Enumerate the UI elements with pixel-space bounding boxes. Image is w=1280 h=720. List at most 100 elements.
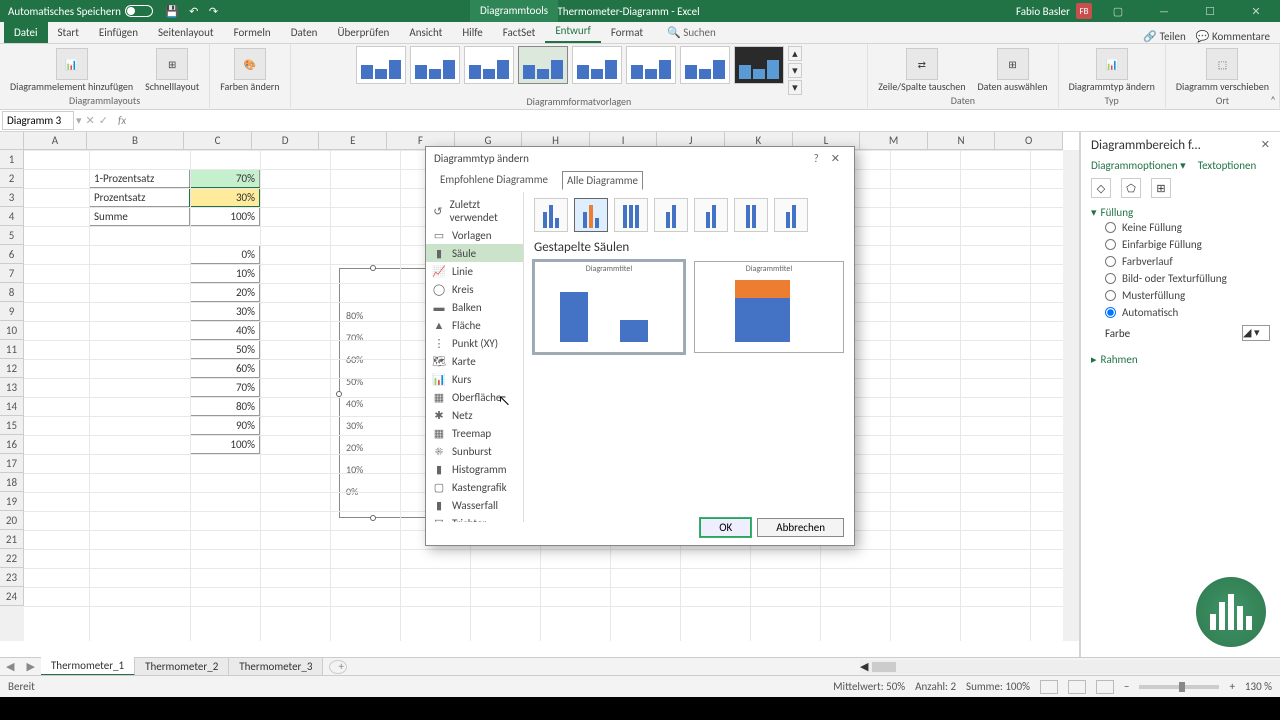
add-chart-element-button[interactable]: 📊Diagrammelement hinzufügen: [6, 46, 137, 94]
fill-option-0[interactable]: Keine Füllung: [1091, 219, 1270, 236]
subtype-3d-stacked[interactable]: [694, 198, 728, 232]
fill-option-4[interactable]: Musterfüllung: [1091, 287, 1270, 304]
chart-style-4[interactable]: [518, 46, 568, 84]
chart-cat-flche[interactable]: ▲Fläche: [426, 316, 523, 334]
chart-cat-netz[interactable]: ✱Netz: [426, 406, 523, 424]
zoom-level[interactable]: 130 %: [1245, 680, 1272, 693]
minimize-icon[interactable]: —: [1144, 5, 1184, 18]
view-normal-icon[interactable]: [1040, 680, 1058, 694]
tab-view[interactable]: Ansicht: [399, 22, 452, 43]
cell-c3[interactable]: 30%: [190, 188, 260, 207]
chart-cat-trichter[interactable]: ▽Trichter: [426, 514, 523, 522]
share-button[interactable]: 🔗 Teilen: [1143, 30, 1185, 43]
chart-cat-kreis[interactable]: ◯Kreis: [426, 280, 523, 298]
tab-start[interactable]: Start: [48, 22, 89, 43]
size-props-icon[interactable]: ⊞: [1151, 178, 1171, 198]
chart-cat-sunburst[interactable]: ☀Sunburst: [426, 442, 523, 460]
chart-cat-wasserfall[interactable]: ▮Wasserfall: [426, 496, 523, 514]
maximize-icon[interactable]: ☐: [1190, 5, 1230, 18]
avatar[interactable]: FB: [1076, 3, 1092, 19]
cell-c7[interactable]: 10%: [190, 264, 260, 283]
select-data-button[interactable]: ⊞Daten auswählen: [973, 46, 1051, 94]
dialog-close-icon[interactable]: ✕: [825, 150, 846, 167]
fill-option-1[interactable]: Einfarbige Füllung: [1091, 236, 1270, 253]
collapse-ribbon-icon[interactable]: ˄: [1270, 94, 1276, 107]
chart-preview-2[interactable]: Diagrammtitel: [694, 261, 844, 353]
chart-cat-balken[interactable]: ▬Balken: [426, 298, 523, 316]
chart-cat-oberflche[interactable]: ▦Oberfläche: [426, 388, 523, 406]
view-pagebreak-icon[interactable]: [1096, 680, 1114, 694]
zoom-slider[interactable]: [1139, 685, 1219, 689]
zoom-in-icon[interactable]: +: [1229, 680, 1234, 693]
border-section-header[interactable]: ▸ Rahmen: [1091, 353, 1270, 366]
row-headers[interactable]: 123456789101112131415161718192021222324: [0, 150, 24, 641]
tab-review[interactable]: Überprüfen: [327, 22, 399, 43]
undo-icon[interactable]: ↶: [185, 5, 202, 18]
style-more-icon[interactable]: ▾: [788, 80, 802, 95]
cell-c2[interactable]: 70%: [190, 169, 260, 188]
chart-style-1[interactable]: [356, 46, 406, 84]
switch-row-column-button[interactable]: ⇄Zeile/Spalte tauschen: [874, 46, 969, 94]
ok-button[interactable]: OK: [700, 518, 751, 537]
chart-preview-1[interactable]: Diagrammtitel: [534, 261, 684, 353]
quick-layout-button[interactable]: ⊞Schnelllayout: [141, 46, 203, 94]
tab-data[interactable]: Daten: [281, 22, 328, 43]
tab-pagelayout[interactable]: Seitenlayout: [148, 22, 224, 43]
chart-object[interactable]: 80%70%60%50%40%30%20%10%0%: [339, 268, 429, 518]
chart-cat-kurs[interactable]: 📊Kurs: [426, 370, 523, 388]
tab-formulas[interactable]: Formeln: [224, 22, 281, 43]
tab-factset[interactable]: FactSet: [493, 22, 546, 43]
fill-option-5[interactable]: Automatisch: [1091, 304, 1270, 321]
cell-c10[interactable]: 40%: [190, 321, 260, 340]
close-pane-icon[interactable]: ✕: [1261, 138, 1270, 151]
view-pagelayout-icon[interactable]: [1068, 680, 1086, 694]
sheet-nav-next-icon[interactable]: ▶: [20, 660, 40, 673]
cell-c12[interactable]: 60%: [190, 359, 260, 378]
save-icon[interactable]: 💾: [161, 5, 183, 18]
cell-c6[interactable]: 0%: [190, 245, 260, 264]
dialog-help-icon[interactable]: ?: [808, 150, 825, 167]
chart-cat-punktxy[interactable]: ⋮Punkt (XY): [426, 334, 523, 352]
change-colors-button[interactable]: 🎨Farben ändern: [216, 46, 283, 94]
sheet-tab-1[interactable]: Thermometer_1: [41, 657, 135, 676]
tab-design[interactable]: Entwurf: [545, 20, 601, 43]
redo-icon[interactable]: ↷: [205, 5, 222, 18]
tab-format[interactable]: Format: [601, 22, 653, 43]
enter-formula-icon[interactable]: ✓: [99, 114, 108, 127]
move-chart-button[interactable]: ⬚Diagramm verschieben: [1172, 46, 1273, 94]
sheet-tab-3[interactable]: Thermometer_3: [229, 658, 323, 675]
name-box[interactable]: [2, 111, 74, 130]
chart-style-2[interactable]: [410, 46, 460, 84]
effects-icon[interactable]: ⬠: [1121, 178, 1141, 198]
fx-icon[interactable]: fx: [112, 114, 132, 127]
add-sheet-icon[interactable]: +: [329, 660, 347, 674]
pane-tab-text-options[interactable]: Textoptionen: [1198, 159, 1257, 172]
cell-c8[interactable]: 20%: [190, 283, 260, 302]
cell-b4[interactable]: Summe: [89, 207, 190, 226]
cell-c11[interactable]: 50%: [190, 340, 260, 359]
cell-c4[interactable]: 100%: [190, 207, 260, 226]
chart-cat-histogramm[interactable]: ▮Histogramm: [426, 460, 523, 478]
chart-cat-karte[interactable]: 🗺Karte: [426, 352, 523, 370]
tab-file[interactable]: Datei: [4, 22, 48, 43]
chart-style-7[interactable]: [680, 46, 730, 84]
chart-cat-zuletztverwendet[interactable]: ↺Zuletzt verwendet: [426, 196, 523, 226]
fill-option-2[interactable]: Farbverlauf: [1091, 253, 1270, 270]
sheet-tab-2[interactable]: Thermometer_2: [135, 658, 229, 675]
pane-tab-chart-options[interactable]: Diagrammoptionen ▾: [1091, 159, 1186, 172]
cell-b2[interactable]: 1-Prozentsatz: [89, 169, 190, 188]
cell-c9[interactable]: 30%: [190, 302, 260, 321]
chart-cat-sule[interactable]: ▮Säule: [426, 244, 523, 262]
subtype-100stacked[interactable]: [614, 198, 648, 232]
chart-cat-treemap[interactable]: ▦Treemap: [426, 424, 523, 442]
fill-option-3[interactable]: Bild- oder Texturfüllung: [1091, 270, 1270, 287]
cell-c13[interactable]: 70%: [190, 378, 260, 397]
ribbon-options-icon[interactable]: ▢: [1098, 5, 1138, 18]
cancel-button[interactable]: Abbrechen: [757, 518, 844, 537]
subtype-stacked[interactable]: [574, 198, 608, 232]
chart-style-3[interactable]: [464, 46, 514, 84]
chart-cat-vorlagen[interactable]: ▭Vorlagen: [426, 226, 523, 244]
search-box[interactable]: 🔍 Suchen: [657, 22, 726, 43]
chart-style-8[interactable]: [734, 46, 784, 84]
change-chart-type-button[interactable]: 📊Diagrammtyp ändern: [1065, 46, 1159, 94]
